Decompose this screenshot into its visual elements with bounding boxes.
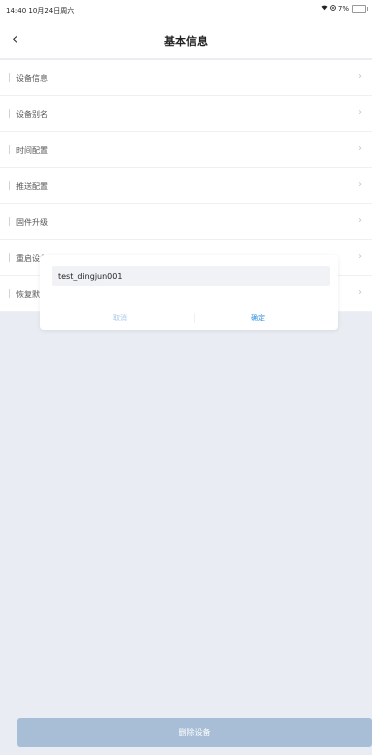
- alias-input[interactable]: [52, 266, 330, 286]
- battery-icon: [352, 5, 368, 13]
- page-title: 基本信息: [164, 35, 208, 48]
- cancel-button[interactable]: 取消: [50, 313, 190, 323]
- chevron-right-icon: ›: [358, 287, 362, 298]
- chevron-right-icon: ›: [358, 179, 362, 190]
- item-marker: [9, 73, 10, 82]
- nav-bar: ‹ 基本信息: [0, 22, 372, 59]
- menu-item-label: 时间配置: [16, 146, 48, 155]
- chevron-right-icon: ›: [358, 107, 362, 118]
- wifi-icon: [321, 5, 328, 13]
- item-marker: [9, 217, 10, 226]
- item-marker: [9, 253, 10, 262]
- item-marker: [9, 145, 10, 154]
- item-marker: [9, 181, 10, 190]
- menu-item-label: 推送配置: [16, 182, 48, 191]
- menu-item-firmware-upgrade[interactable]: 固件升级 ›: [0, 204, 372, 240]
- menu-item-time-config[interactable]: 时间配置 ›: [0, 132, 372, 168]
- chevron-right-icon: ›: [358, 215, 362, 226]
- location-icon: [330, 5, 336, 13]
- menu-item-push-config[interactable]: 推送配置 ›: [0, 168, 372, 204]
- status-time: 14:40 10月24日周六: [6, 6, 74, 16]
- delete-device-button[interactable]: 删除设备: [17, 718, 372, 747]
- item-marker: [9, 109, 10, 118]
- item-marker: [9, 289, 10, 298]
- menu-item-device-alias[interactable]: 设备别名 ›: [0, 96, 372, 132]
- status-indicators: 7%: [321, 5, 368, 13]
- status-date: 10月24日周六: [28, 7, 75, 15]
- menu-item-label: 设备信息: [16, 74, 48, 83]
- chevron-right-icon: ›: [358, 143, 362, 154]
- rename-dialog: 取消 确定: [40, 255, 338, 330]
- status-bar: 14:40 10月24日周六 7%: [0, 0, 372, 22]
- menu-item-label: 固件升级: [16, 218, 48, 227]
- confirm-button[interactable]: 确定: [188, 313, 328, 323]
- status-clock: 14:40: [6, 7, 27, 15]
- battery-percent: 7%: [337, 5, 349, 13]
- chevron-right-icon: ›: [358, 71, 362, 82]
- menu-item-device-info[interactable]: 设备信息 ›: [0, 60, 372, 96]
- chevron-right-icon: ›: [358, 251, 362, 262]
- menu-item-label: 设备别名: [16, 110, 48, 119]
